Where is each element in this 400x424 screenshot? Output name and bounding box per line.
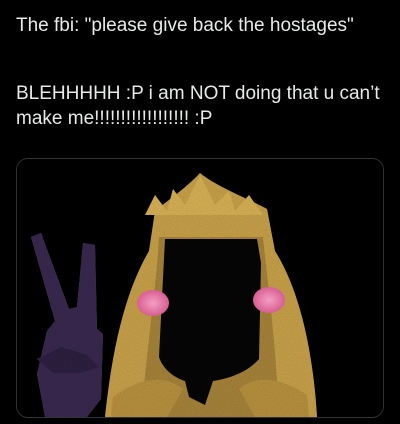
hooded-crown-figure-illustration [17, 159, 383, 417]
left-cheek-blush [137, 290, 169, 316]
tweet-text-fbi-quote: The fbi: "please give back the hostages" [16, 15, 354, 36]
right-cheek-blush [253, 287, 285, 313]
tweet-text-reply: BLEHHHHH :P i am NOT doing that u can’t … [16, 83, 380, 129]
tweet-media-card[interactable] [16, 158, 384, 418]
